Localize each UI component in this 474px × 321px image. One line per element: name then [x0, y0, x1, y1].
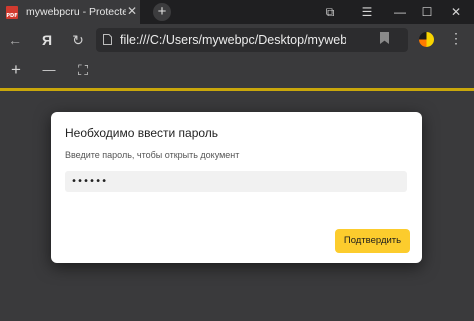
- new-tab-button[interactable]: +: [153, 3, 171, 21]
- password-dialog: Необходимо ввести пароль Введите пароль,…: [51, 112, 422, 263]
- title-bar: PDF mywebpcru - Protected ✕ + ⧉ ☰ — ☐ ✕: [0, 0, 474, 24]
- yandex-profile-icon[interactable]: [419, 32, 434, 47]
- fit-page-icon[interactable]: ⛶: [74, 61, 92, 79]
- url-text: file:///C:/Users/mywebpc/Desktop/myweb..…: [120, 33, 346, 47]
- address-bar: ← Я ↻ file:///C:/Users/mywebpc/Desktop/m…: [0, 24, 474, 56]
- file-icon: [103, 34, 112, 45]
- dialog-title: Необходимо ввести пароль: [65, 126, 219, 140]
- extensions-icon[interactable]: ⧉: [322, 4, 338, 20]
- menu-icon[interactable]: ⋮: [448, 30, 464, 46]
- reload-icon[interactable]: ↻: [70, 32, 86, 48]
- tab-close-icon[interactable]: ✕: [125, 4, 139, 18]
- collections-icon[interactable]: ☰: [359, 4, 375, 20]
- pdf-toolbar: + — ⛶: [0, 56, 474, 88]
- zoom-out-icon[interactable]: —: [40, 61, 58, 79]
- minimize-button[interactable]: —: [392, 4, 408, 20]
- window-close-button[interactable]: ✕: [448, 4, 464, 20]
- password-input[interactable]: ••••••: [65, 171, 407, 192]
- tab-active[interactable]: PDF mywebpcru - Protected ✕: [0, 0, 140, 24]
- tab-title: mywebpcru - Protected: [26, 6, 126, 18]
- pdf-icon: PDF: [6, 5, 18, 19]
- url-field[interactable]: file:///C:/Users/mywebpc/Desktop/myweb..…: [96, 28, 408, 52]
- dialog-subtitle: Введите пароль, чтобы открыть документ: [65, 150, 240, 160]
- maximize-button[interactable]: ☐: [419, 4, 435, 20]
- confirm-button[interactable]: Подтвердить: [335, 229, 410, 253]
- zoom-in-icon[interactable]: +: [7, 61, 25, 79]
- back-icon[interactable]: ←: [7, 32, 23, 48]
- yandex-icon[interactable]: Я: [39, 32, 55, 48]
